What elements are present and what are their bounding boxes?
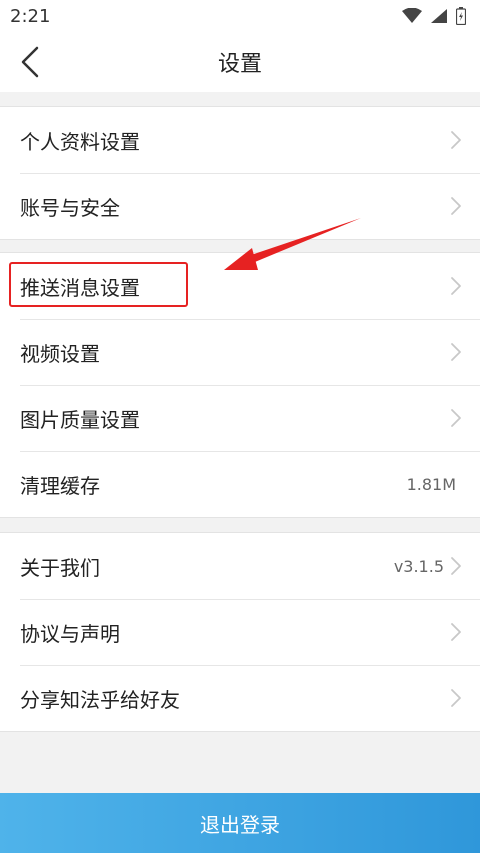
- nav-bar: 设置: [0, 32, 480, 92]
- settings-item-profile[interactable]: 个人资料设置: [0, 107, 480, 173]
- page-title: 设置: [217, 52, 262, 77]
- annotation-highlight-box: [9, 262, 188, 307]
- settings-item-video[interactable]: 视频设置: [0, 319, 480, 385]
- settings-group-about: 关于我们 v3.1.5 协议与声明 分享知法乎给好友: [0, 532, 480, 732]
- chevron-right-icon: [450, 276, 462, 296]
- settings-item-label: 图片质量设置: [20, 407, 140, 432]
- chevron-left-icon: [21, 46, 39, 78]
- settings-item-terms[interactable]: 协议与声明: [0, 599, 480, 665]
- settings-item-about-us[interactable]: 关于我们 v3.1.5: [0, 533, 480, 599]
- settings-item-label: 分享知法乎给好友: [20, 687, 180, 712]
- chevron-right-icon: [450, 130, 462, 150]
- status-icons: [402, 7, 466, 25]
- settings-item-label: 协议与声明: [20, 621, 120, 646]
- settings-item-label: 视频设置: [20, 341, 100, 366]
- chevron-right-icon: [450, 556, 462, 576]
- logout-label: 退出登录: [200, 812, 280, 837]
- status-bar: 2:21: [0, 0, 480, 32]
- annotation-arrow-icon: [224, 218, 361, 270]
- settings-item-label: 个人资料设置: [20, 129, 140, 154]
- settings-item-share[interactable]: 分享知法乎给好友: [0, 665, 480, 731]
- chevron-right-icon: [450, 408, 462, 428]
- chevron-right-icon: [450, 196, 462, 216]
- settings-item-label: 清理缓存: [20, 473, 100, 498]
- back-button[interactable]: [8, 40, 52, 84]
- battery-icon: [456, 7, 466, 25]
- wifi-icon: [402, 8, 422, 23]
- chevron-right-icon: [450, 688, 462, 708]
- version-value: v3.1.5: [393, 556, 444, 576]
- settings-item-image-quality[interactable]: 图片质量设置: [0, 385, 480, 451]
- status-time: 2:21: [10, 5, 51, 27]
- cache-size-value: 1.81M: [406, 474, 456, 494]
- settings-item-clear-cache[interactable]: 清理缓存 1.81M: [0, 451, 480, 517]
- settings-item-label: 关于我们: [20, 555, 100, 580]
- chevron-right-icon: [450, 342, 462, 362]
- chevron-right-icon: [450, 622, 462, 642]
- logout-button[interactable]: 退出登录: [0, 793, 480, 853]
- cellular-signal-icon: [431, 9, 447, 23]
